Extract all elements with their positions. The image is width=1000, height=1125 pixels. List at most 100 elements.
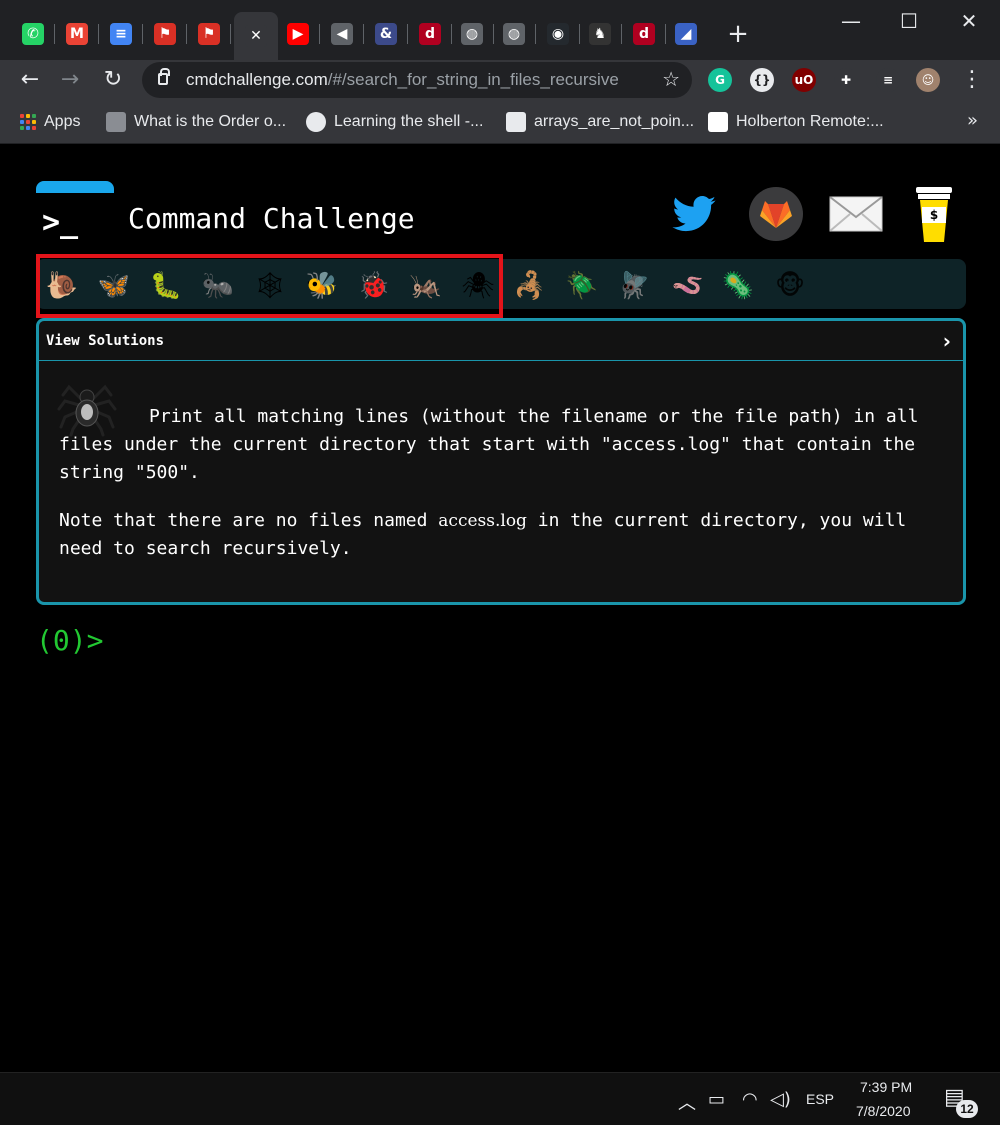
browser-tab[interactable]: d	[622, 14, 666, 54]
url-path: /#/search_for_string_in_files_recursive	[327, 70, 619, 89]
bookmark-label: Holberton Remote:...	[736, 113, 884, 130]
beetle-icon[interactable]: 🪲	[564, 268, 600, 304]
browser-tab[interactable]: &	[364, 14, 408, 54]
bookmark-item[interactable]: Apps	[20, 110, 80, 134]
lock-icon	[158, 68, 170, 85]
app-icon: ◢	[675, 23, 697, 45]
bookmark-label: Learning the shell -...	[334, 113, 484, 130]
extensions-puzzle-icon[interactable]: ✚	[834, 68, 858, 92]
red-tool-icon: ⚑	[154, 23, 176, 45]
close-tab-icon[interactable]: ✕	[245, 25, 267, 47]
challenge-description: Print all matching lines (without the fi…	[59, 406, 919, 483]
monkey-icon[interactable]: 🐵	[772, 268, 808, 304]
battery-icon[interactable]: ▭	[708, 1089, 725, 1110]
ublock-icon[interactable]: uO	[792, 68, 816, 92]
microbe-icon[interactable]: 🦠	[720, 268, 756, 304]
profile-avatar-icon[interactable]: ☺	[916, 68, 940, 92]
browser-tab[interactable]: ✕	[234, 12, 278, 60]
bookmark-label: arrays_are_not_poin...	[534, 113, 695, 130]
new-tab-button[interactable]: +	[722, 20, 754, 48]
windows-taskbar: ︿ ▭ ◠ ◁) ESP 7:39 PM 7/8/2020 ▤	[0, 1072, 1000, 1125]
forward-button[interactable]: →	[54, 64, 86, 96]
back-button[interactable]: ←	[14, 64, 46, 96]
bookmark-label: What is the Order o...	[134, 113, 287, 130]
fly-icon[interactable]: 🪰	[616, 268, 652, 304]
url-host: cmdchallenge.com	[186, 70, 328, 89]
notification-count-badge: 12	[956, 1100, 978, 1118]
challenge-card: View Solutions › Print all matching line…	[36, 318, 966, 605]
browser-tab[interactable]: ◍	[450, 14, 494, 54]
scorpion-icon[interactable]: 🦂	[512, 268, 548, 304]
bookmark-item[interactable]: Learning the shell -...	[306, 110, 483, 134]
json-viewer-icon[interactable]: {}	[750, 68, 774, 92]
site-title: Command Challenge	[128, 202, 415, 235]
speaker-icon: ◀	[331, 23, 353, 45]
bookmark-item[interactable]: arrays_are_not_poin...	[506, 110, 694, 134]
coffee-donate-icon[interactable]: $	[904, 184, 964, 244]
grammarly-icon[interactable]: G	[708, 68, 732, 92]
bookmarks-overflow-button[interactable]: »	[967, 110, 978, 131]
youtube-icon: ▶	[287, 23, 309, 45]
challenge-note: Note that there are no files named acces…	[59, 507, 949, 563]
terminal-prompt[interactable]: (0)>	[36, 624, 103, 657]
note-text-before: Note that there are no files named	[59, 510, 439, 531]
clock-time[interactable]: 7:39 PM	[860, 1079, 912, 1095]
dev-icon: d	[419, 23, 441, 45]
github-icon: ◉	[547, 23, 569, 45]
site-logo[interactable]: >_	[36, 181, 114, 241]
browser-tab[interactable]: ◀	[320, 14, 364, 54]
browser-tab[interactable]: ⚑	[187, 14, 231, 54]
gitlab-icon[interactable]	[746, 184, 806, 244]
browser-tab[interactable]: M	[55, 14, 99, 54]
terminal-icon: >_	[42, 205, 79, 240]
address-bar[interactable]: cmdchallenge.com/#/search_for_string_in_…	[142, 62, 692, 98]
browser-tab[interactable]: ◢	[664, 14, 708, 54]
close-window-button[interactable]: ✕	[946, 6, 992, 36]
mail-icon[interactable]	[826, 184, 886, 244]
view-solutions-label: View Solutions	[46, 333, 165, 349]
red-tool-icon: ⚑	[198, 23, 220, 45]
apps-grid-icon	[20, 114, 36, 130]
browser-tab[interactable]: ≡	[99, 14, 143, 54]
clock-date[interactable]: 7/8/2020	[856, 1103, 911, 1119]
browser-tab[interactable]: ◉	[536, 14, 580, 54]
browser-tab-strip: ✆ M ≡ ⚑ ⚑ ✕ ▶ ◀ & d ◍ ◍ ◉ ♞ d ◢ + — ☐ ✕	[0, 0, 1000, 60]
minimize-button[interactable]: —	[828, 6, 874, 36]
show-hidden-icons-chevron-icon[interactable]: ︿	[678, 1089, 696, 1115]
bookmark-item[interactable]: Holberton Remote:...	[708, 110, 884, 134]
tab-separator	[230, 24, 231, 44]
svg-text:$: $	[930, 208, 938, 222]
volume-icon[interactable]: ◁)	[770, 1089, 791, 1110]
bookmark-star-icon[interactable]: ☆	[662, 67, 680, 91]
input-language[interactable]: ESP	[806, 1091, 834, 1107]
globe-icon: ◍	[461, 23, 483, 45]
url-text: cmdchallenge.com/#/search_for_string_in_…	[186, 70, 619, 90]
browser-tab[interactable]: ✆	[11, 14, 55, 54]
google-docs-icon: ≡	[110, 23, 132, 45]
bookmarks-bar: Apps What is the Order o... Learning the s…	[0, 100, 1000, 144]
page-icon	[106, 112, 126, 132]
bookmark-item[interactable]: What is the Order o...	[106, 110, 286, 134]
bookmark-label: Apps	[44, 113, 81, 130]
view-solutions-bar[interactable]: View Solutions ›	[39, 321, 963, 361]
reload-button[interactable]: ↻	[97, 64, 129, 96]
browser-menu-button[interactable]: ⋮	[956, 64, 988, 96]
browser-tab[interactable]: d	[408, 14, 452, 54]
chevron-right-icon[interactable]: ›	[943, 329, 951, 353]
site-icon	[506, 112, 526, 132]
reading-list-icon[interactable]: ≡	[876, 68, 900, 92]
note-filename-code: access.log	[438, 511, 527, 531]
bird-icon: ♞	[589, 23, 611, 45]
browser-tab[interactable]: ▶	[276, 14, 320, 54]
dev-icon: d	[633, 23, 655, 45]
twitter-icon[interactable]	[664, 184, 724, 244]
browser-tab[interactable]: ◍	[492, 14, 536, 54]
browser-tab[interactable]: ⚑	[143, 14, 187, 54]
whatsapp-icon: ✆	[22, 23, 44, 45]
ampersand-icon: &	[375, 23, 397, 45]
browser-tab[interactable]: ♞	[578, 14, 622, 54]
worm-icon[interactable]: 🪱	[670, 268, 706, 304]
selection-highlight-box	[36, 254, 503, 318]
maximize-button[interactable]: ☐	[886, 6, 932, 36]
wifi-icon[interactable]: ◠	[742, 1089, 758, 1110]
